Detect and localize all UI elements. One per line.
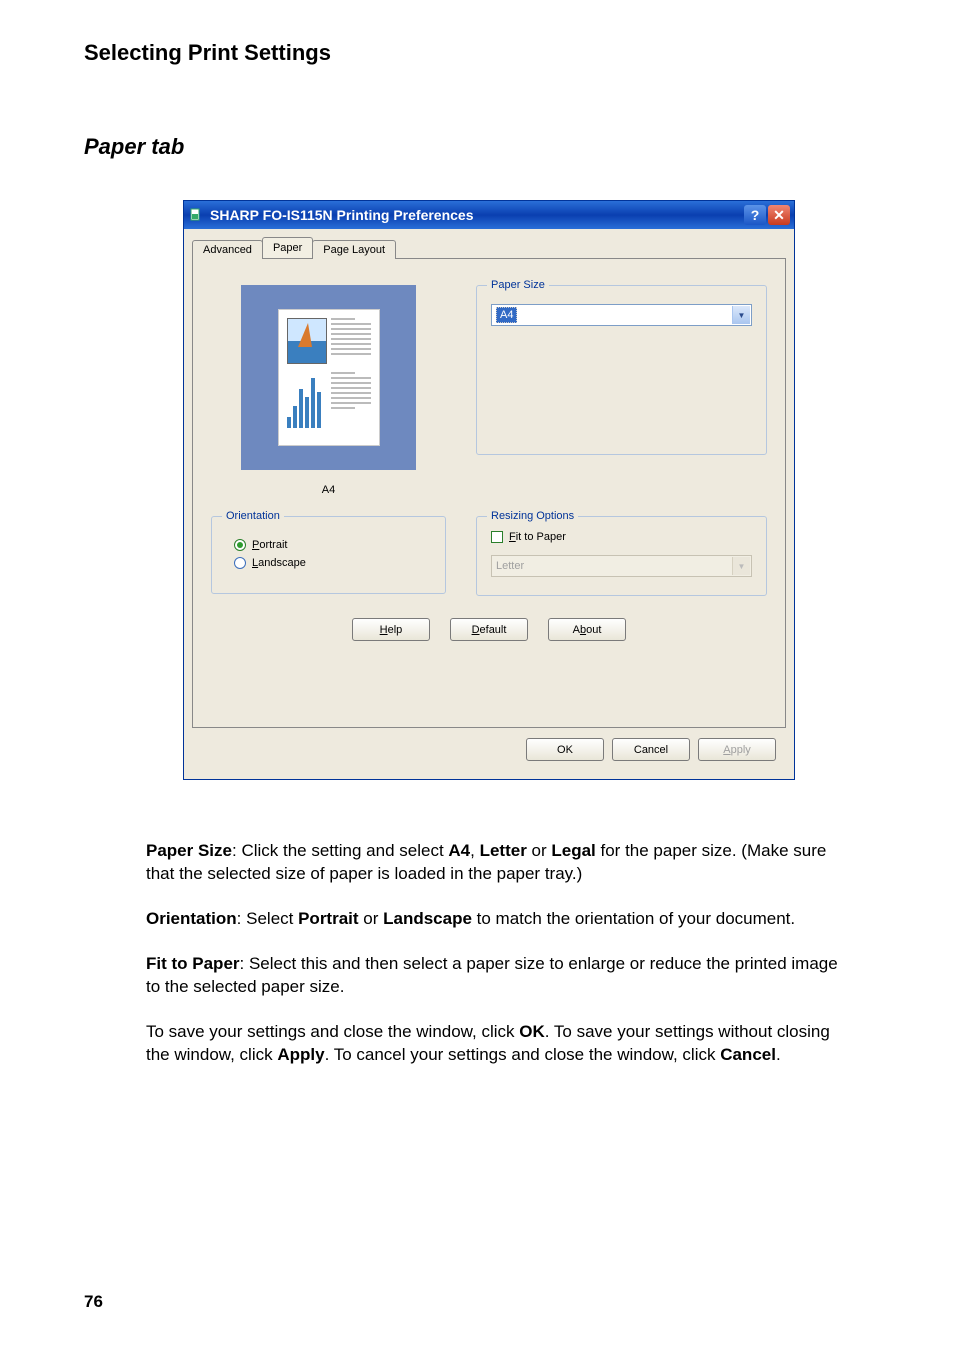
app-icon <box>188 207 204 223</box>
paper-size-select[interactable]: A4 ▼ <box>491 304 752 326</box>
dialog-screenshot: SHARP FO-IS115N Printing Preferences ? ✕… <box>183 200 795 780</box>
preview-chart-icon <box>287 372 327 428</box>
apply-button[interactable]: Apply <box>698 738 776 761</box>
section-heading: Paper tab <box>84 134 894 160</box>
paragraph-save-cancel: To save your settings and close the wind… <box>146 1021 846 1067</box>
tab-advanced[interactable]: Advanced <box>192 240 263 259</box>
paragraph-fit-to-paper: Fit to Paper: Select this and then selec… <box>146 953 846 999</box>
orientation-legend: Orientation <box>222 510 284 522</box>
titlebar-title: SHARP FO-IS115N Printing Preferences <box>210 207 742 223</box>
fit-to-paper-checkbox[interactable]: Fit to Paper <box>491 531 752 543</box>
dialog-footer: OK Cancel Apply <box>192 728 786 771</box>
paper-size-legend: Paper Size <box>487 279 549 291</box>
paragraph-paper-size: Paper Size: Click the setting and select… <box>146 840 846 886</box>
tab-page-layout[interactable]: Page Layout <box>312 240 396 259</box>
fit-target-value: Letter <box>496 560 524 572</box>
tab-button-row: Help Default About <box>211 618 767 641</box>
orientation-portrait[interactable]: Portrait <box>234 539 431 551</box>
resizing-group: Resizing Options Fit to Paper Letter ▼ <box>476 516 767 596</box>
orientation-group: Orientation Portrait Landscape <box>211 516 446 594</box>
tab-pane: A4 Paper Size A4 ▼ <box>192 258 786 728</box>
cancel-button[interactable]: Cancel <box>612 738 690 761</box>
default-button[interactable]: Default <box>450 618 528 641</box>
resizing-legend: Resizing Options <box>487 510 578 522</box>
help-icon[interactable]: ? <box>744 205 766 225</box>
radio-icon <box>234 557 246 569</box>
ok-button[interactable]: OK <box>526 738 604 761</box>
chevron-down-icon[interactable]: ▼ <box>732 306 750 324</box>
preview-paper <box>279 310 379 445</box>
paper-size-value: A4 <box>496 307 517 323</box>
radio-icon <box>234 539 246 551</box>
preview-image-icon <box>287 318 327 364</box>
orientation-landscape[interactable]: Landscape <box>234 557 431 569</box>
tab-paper[interactable]: Paper <box>262 237 313 258</box>
page-number: 76 <box>84 1292 103 1312</box>
paper-size-group: Paper Size A4 ▼ <box>476 285 767 455</box>
titlebar: SHARP FO-IS115N Printing Preferences ? ✕ <box>184 201 794 229</box>
preview-box <box>241 285 416 470</box>
close-icon[interactable]: ✕ <box>768 205 790 225</box>
checkbox-icon <box>491 531 503 543</box>
chevron-down-icon: ▼ <box>732 557 750 575</box>
paragraph-orientation: Orientation: Select Portrait or Landscap… <box>146 908 846 931</box>
about-button[interactable]: About <box>548 618 626 641</box>
page-heading: Selecting Print Settings <box>84 40 894 66</box>
fit-target-select: Letter ▼ <box>491 555 752 577</box>
tabs: Advanced Paper Page Layout <box>192 237 786 258</box>
help-button[interactable]: Help <box>352 618 430 641</box>
preview-label: A4 <box>211 484 446 496</box>
